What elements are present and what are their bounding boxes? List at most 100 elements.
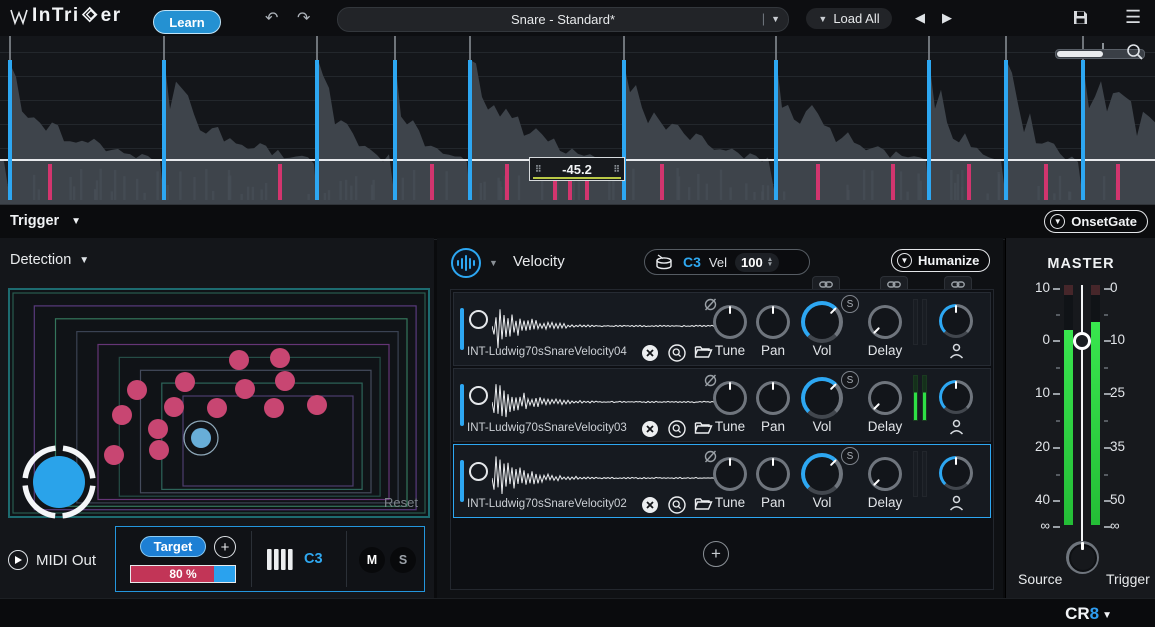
redo-icon[interactable]: ↷	[297, 8, 310, 28]
preview-sample-icon[interactable]	[668, 420, 686, 438]
detection-dot[interactable]	[148, 419, 168, 439]
output-velocity-knob[interactable]	[939, 304, 973, 338]
drag-handle-icon[interactable]: ⠿	[535, 164, 541, 175]
target-percent-bar[interactable]: 80 %	[130, 565, 236, 583]
threshold-value-box[interactable]: ⠿ -45.2 ⠿	[529, 157, 625, 181]
trigger-section-toggle[interactable]: Trigger ▼	[10, 213, 81, 229]
detection-main-knob[interactable]	[20, 443, 98, 521]
preview-sample-icon[interactable]	[668, 496, 686, 514]
drag-handle-icon[interactable]: ⠿	[613, 164, 619, 175]
master-knob[interactable]	[1066, 541, 1099, 574]
next-preset-button[interactable]: ▶	[942, 10, 952, 26]
detection-dot[interactable]	[112, 405, 132, 425]
mute-button[interactable]: M	[359, 547, 385, 573]
detection-dot[interactable]	[229, 350, 249, 370]
solo-button[interactable]: S	[390, 547, 416, 573]
onsetgate-button[interactable]: ▼ OnsetGate	[1044, 210, 1148, 233]
pan-knob[interactable]	[756, 305, 790, 339]
meter-tick	[1053, 500, 1060, 502]
meter-fill	[1064, 330, 1073, 525]
magnifier-icon[interactable]	[1126, 43, 1144, 61]
detection-section-toggle[interactable]: Detection ▼	[10, 252, 89, 268]
midi-note-value[interactable]: C3	[304, 551, 323, 567]
person-icon[interactable]	[949, 343, 964, 359]
delay-knob[interactable]	[868, 305, 902, 339]
master-scale-left-label: 40	[1020, 492, 1050, 507]
delay-knob[interactable]	[868, 457, 902, 491]
volume-knob[interactable]	[801, 453, 843, 495]
detection-dot[interactable]	[264, 398, 284, 418]
target-percent-value: 80 %	[131, 567, 235, 581]
pan-knob[interactable]	[756, 457, 790, 491]
person-icon[interactable]	[949, 419, 964, 435]
waveform-display[interactable]: ⠿ -45.2 ⠿	[0, 36, 1155, 204]
save-icon[interactable]	[1072, 9, 1089, 26]
solo-badge[interactable]: S	[841, 447, 859, 465]
person-icon[interactable]	[949, 495, 964, 511]
remove-sample-icon[interactable]	[641, 344, 659, 362]
humanize-button[interactable]: ▼ Humanize	[891, 249, 990, 272]
add-sample-button[interactable]: +	[703, 541, 729, 567]
sample-source-icon[interactable]	[451, 248, 481, 278]
humanize-dropdown-icon[interactable]: ▼	[897, 253, 912, 268]
detection-dot[interactable]	[207, 398, 227, 418]
master-fader-track[interactable]	[1081, 285, 1083, 545]
reset-button[interactable]: Reset	[384, 495, 418, 510]
master-panel: MASTER Source Trigger 100102040∞01025355…	[1005, 238, 1155, 598]
sample-row[interactable]: INT-Ludwig70sSnareVelocity04 S	[453, 292, 991, 366]
target-button[interactable]: Target	[140, 536, 206, 557]
volume-knob[interactable]	[801, 377, 843, 419]
output-velocity-knob[interactable]	[939, 456, 973, 490]
load-all-button[interactable]: ▼ Load All	[806, 8, 892, 29]
undo-icon[interactable]: ↶	[265, 8, 278, 28]
sample-row[interactable]: INT-Ludwig70sSnareVelocity02 S	[453, 444, 991, 518]
velocity-note-value[interactable]: C3	[683, 254, 701, 270]
remove-sample-icon[interactable]	[641, 496, 659, 514]
menu-icon[interactable]: ☰	[1125, 7, 1141, 28]
zoom-slider-handle[interactable]	[1102, 43, 1104, 49]
detection-dot[interactable]	[149, 440, 169, 460]
solo-badge[interactable]: S	[841, 371, 859, 389]
detection-dot[interactable]	[127, 380, 147, 400]
preset-selector[interactable]: Snare - Standard* | ▼	[337, 7, 789, 32]
pan-knob[interactable]	[756, 381, 790, 415]
cr8-logo-menu[interactable]: CR8 ▼	[1065, 604, 1112, 624]
volume-knob[interactable]	[801, 301, 843, 343]
delay-knob[interactable]	[868, 381, 902, 415]
vol-label: Vol	[790, 343, 854, 358]
step-down-icon[interactable]: ▼	[767, 262, 773, 267]
sample-row[interactable]: INT-Ludwig70sSnareVelocity03 S	[453, 368, 991, 442]
preset-dropdown[interactable]: | ▼	[762, 11, 780, 26]
stepper-arrows[interactable]: ▲▼	[767, 257, 773, 267]
detection-dot[interactable]	[104, 445, 124, 465]
detection-dot[interactable]	[164, 397, 184, 417]
solo-badge[interactable]: S	[841, 295, 859, 313]
detection-dot[interactable]	[175, 372, 195, 392]
detection-dot-selected[interactable]	[191, 428, 211, 448]
remove-sample-icon[interactable]	[641, 420, 659, 438]
tune-knob[interactable]	[713, 381, 747, 415]
source-dropdown-icon[interactable]: ▼	[489, 258, 498, 268]
detection-dot[interactable]	[270, 348, 290, 368]
learn-button[interactable]: Learn	[153, 10, 221, 34]
detection-dot[interactable]	[307, 395, 327, 415]
detection-dot[interactable]	[235, 379, 255, 399]
sample-select-radio[interactable]	[469, 462, 488, 481]
sample-select-radio[interactable]	[469, 310, 488, 329]
onsetgate-dropdown-icon[interactable]: ▼	[1050, 214, 1065, 229]
detection-dot[interactable]	[275, 371, 295, 391]
sample-select-radio[interactable]	[469, 386, 488, 405]
master-scale-right-label: ∞	[1110, 518, 1120, 533]
preview-sample-icon[interactable]	[668, 344, 686, 362]
detection-scatter-pad[interactable]: Reset	[8, 288, 430, 518]
tune-knob[interactable]	[713, 305, 747, 339]
midi-out-play-icon[interactable]	[8, 550, 28, 570]
meter-tick	[1104, 314, 1108, 316]
add-target-button[interactable]: +	[214, 536, 236, 558]
output-velocity-knob[interactable]	[939, 380, 973, 414]
master-fader-handle[interactable]	[1073, 332, 1091, 350]
velocity-value-stepper[interactable]: 100 ▲▼	[735, 253, 779, 272]
prev-preset-button[interactable]: ◀	[915, 10, 925, 26]
tune-knob[interactable]	[713, 457, 747, 491]
note-velocity-pill[interactable]: C3 Vel 100 ▲▼	[644, 249, 810, 275]
